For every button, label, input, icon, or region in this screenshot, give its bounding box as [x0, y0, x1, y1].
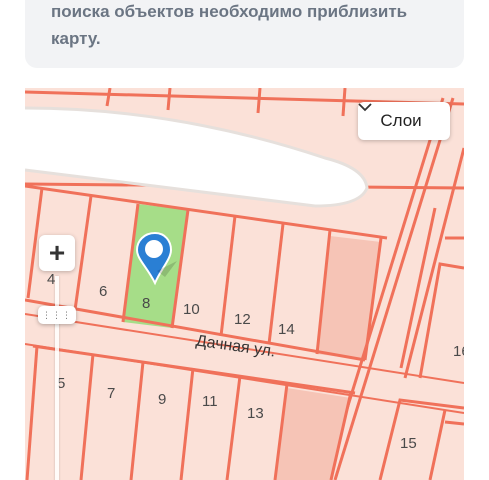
parcel-label: 14 — [278, 321, 295, 338]
zoom-slider-handle[interactable]: ⋮⋮⋮ — [38, 306, 76, 324]
layers-button-label: Слои — [380, 111, 422, 130]
map-canvas[interactable]: 4 6 8 10 12 14 5 7 9 11 13 15 16 Дачная … — [25, 88, 464, 480]
zoom-in-button[interactable]: + — [39, 235, 75, 271]
notice-line-2: карту. — [51, 29, 101, 48]
parcel-label: 15 — [400, 435, 417, 452]
parcel-label: 6 — [99, 283, 107, 300]
parcel-label: 16 — [453, 343, 464, 360]
layers-button[interactable]: Слои — [358, 102, 450, 140]
parcel-label: 11 — [202, 393, 218, 410]
parcel-label: 12 — [234, 311, 251, 328]
parcel-label: 8 — [142, 295, 150, 312]
plus-icon: + — [48, 237, 66, 268]
parcel-label: 7 — [107, 385, 115, 402]
notice-line-1: поиска объектов необходимо приблизить — [51, 2, 408, 21]
parcel-label: 13 — [247, 405, 264, 422]
cadastral-map[interactable]: 4 6 8 10 12 14 5 7 9 11 13 15 16 Дачная … — [25, 88, 464, 480]
parcel-label: 9 — [158, 391, 166, 408]
info-notice: поиска объектов необходимо приблизить ка… — [25, 0, 464, 68]
parcel-label: 10 — [183, 301, 200, 318]
